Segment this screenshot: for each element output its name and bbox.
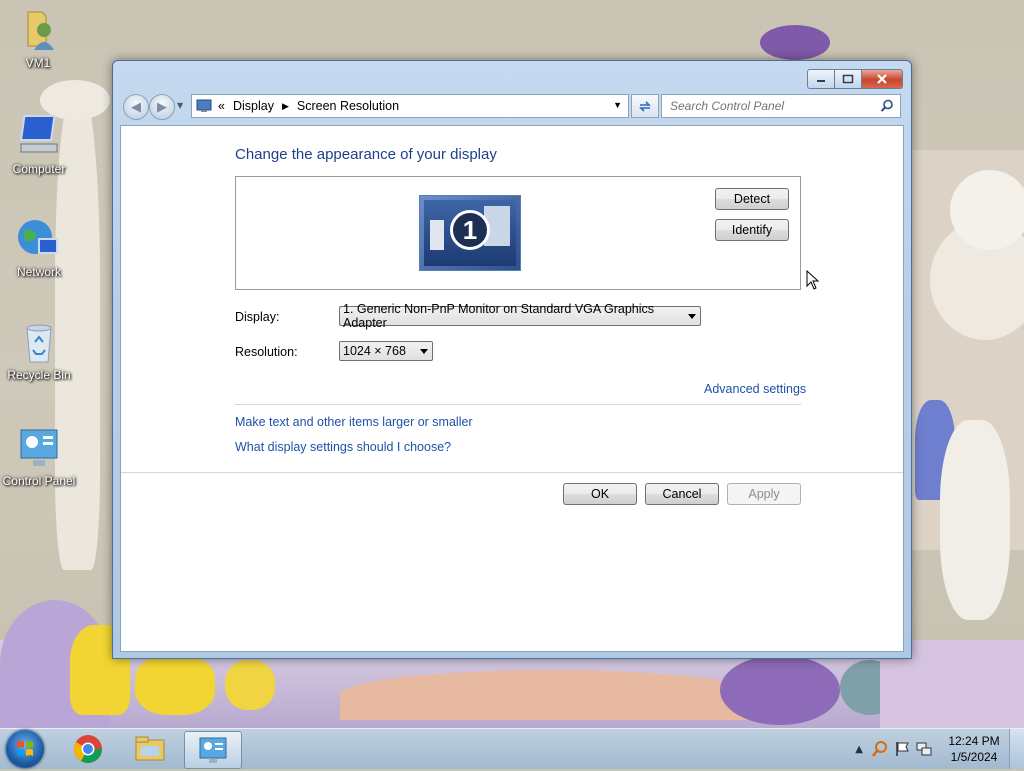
taskbar-control-panel[interactable]	[184, 731, 242, 769]
maximize-button[interactable]	[835, 69, 862, 89]
identify-button[interactable]: Identify	[715, 219, 789, 241]
advanced-settings-link[interactable]: Advanced settings	[704, 382, 806, 396]
minimize-icon	[817, 80, 825, 82]
clock[interactable]: 12:24 PM 1/5/2024	[939, 733, 1009, 765]
clock-date: 1/5/2024	[950, 750, 998, 764]
breadcrumb-screen-resolution[interactable]: Screen Resolution	[297, 99, 399, 113]
display-control-panel-icon	[196, 99, 212, 112]
taskbar-explorer[interactable]	[122, 731, 178, 767]
desktop-icon-computer[interactable]: Computer	[1, 112, 77, 176]
search-box[interactable]	[661, 94, 901, 118]
explorer-icon	[135, 736, 165, 761]
maximize-icon	[842, 74, 854, 84]
desktop-icon-vm1[interactable]: VM1	[0, 6, 76, 70]
user-folder-icon	[14, 6, 62, 54]
taskbar-chrome[interactable]	[60, 731, 116, 767]
mouse-cursor-icon	[806, 270, 820, 290]
chevron-down-icon	[420, 349, 428, 354]
cancel-button[interactable]: Cancel	[645, 483, 719, 505]
start-button[interactable]	[6, 730, 44, 768]
recent-pages-dropdown[interactable]: ▼	[177, 101, 183, 110]
desktop-icon-recycle-bin[interactable]: Recycle Bin	[1, 318, 77, 382]
text-size-link[interactable]: Make text and other items larger or smal…	[235, 415, 473, 429]
screen-resolution-window: ◀ ▶ ▼ « Display ▶ Screen Resolution ▼ Se…	[112, 60, 912, 659]
refresh-icon	[639, 101, 651, 112]
forward-arrow-icon: ▶	[157, 99, 167, 115]
display-label: Display:	[235, 310, 280, 324]
breadcrumb-display[interactable]: Display	[233, 99, 274, 113]
window-controls	[807, 69, 903, 89]
navigation-bar: ◀ ▶ ▼ « Display ▶ Screen Resolution ▼	[121, 93, 903, 120]
monitor-screen: 1	[424, 200, 516, 266]
back-button[interactable]: ◀	[123, 94, 149, 120]
network-tray-icon[interactable]	[915, 740, 933, 758]
minimize-button[interactable]	[807, 69, 835, 89]
divider	[235, 404, 801, 405]
address-bar[interactable]: « Display ▶ Screen Resolution ▼	[191, 94, 629, 118]
address-dropdown-icon[interactable]: ▼	[613, 100, 622, 110]
recycle-bin-icon	[15, 318, 63, 366]
display-settings-help-link[interactable]: What display settings should I choose?	[235, 440, 451, 454]
search-input[interactable]	[668, 98, 882, 114]
action-center-search-icon[interactable]	[871, 740, 889, 758]
resolution-select[interactable]: 1024 × 768	[339, 341, 433, 361]
computer-icon	[15, 112, 63, 160]
close-icon	[877, 74, 887, 84]
desktop-icon-control-panel[interactable]: Control Panel	[1, 424, 77, 488]
show-hidden-icons-icon[interactable]: ▲	[855, 744, 863, 755]
forward-button[interactable]: ▶	[149, 94, 175, 120]
refresh-button[interactable]	[631, 94, 659, 118]
page-title: Change the appearance of your display	[235, 146, 497, 163]
chrome-icon	[74, 735, 102, 763]
breadcrumb-root[interactable]: «	[218, 99, 225, 113]
breadcrumb-separator-icon[interactable]: ▶	[282, 101, 289, 112]
clock-time: 12:24 PM	[948, 734, 1000, 748]
close-button[interactable]	[862, 69, 903, 89]
display-select[interactable]: 1. Generic Non-PnP Monitor on Standard V…	[339, 302, 701, 330]
chevron-down-icon	[688, 314, 696, 319]
network-icon	[15, 215, 63, 263]
taskbar: ▲ 12:24 PM 1/5/2024	[0, 728, 1024, 769]
monitor-1-tile[interactable]: 1	[419, 195, 521, 271]
monitor-number-badge: 1	[450, 210, 490, 250]
resolution-label: Resolution:	[235, 345, 298, 359]
ok-button[interactable]: OK	[563, 483, 637, 505]
detect-button[interactable]: Detect	[715, 188, 789, 210]
system-tray: ▲ 12:24 PM 1/5/2024	[855, 729, 1024, 769]
desktop-icon-network[interactable]: Network	[1, 215, 77, 279]
content-area: Change the appearance of your display 1 …	[120, 125, 904, 652]
apply-button[interactable]: Apply	[727, 483, 801, 505]
windows-logo-icon	[17, 741, 33, 756]
flag-icon[interactable]	[893, 740, 911, 758]
show-desktop-button[interactable]	[1009, 729, 1024, 769]
control-panel-icon	[199, 737, 227, 763]
control-panel-icon	[15, 424, 63, 472]
display-preview-panel: 1 Detect Identify	[235, 176, 801, 290]
search-icon[interactable]	[880, 99, 894, 113]
divider	[121, 472, 903, 473]
display-select-value: 1. Generic Non-PnP Monitor on Standard V…	[343, 302, 655, 330]
resolution-select-value: 1024 × 768	[343, 344, 406, 358]
back-arrow-icon: ◀	[131, 99, 141, 115]
